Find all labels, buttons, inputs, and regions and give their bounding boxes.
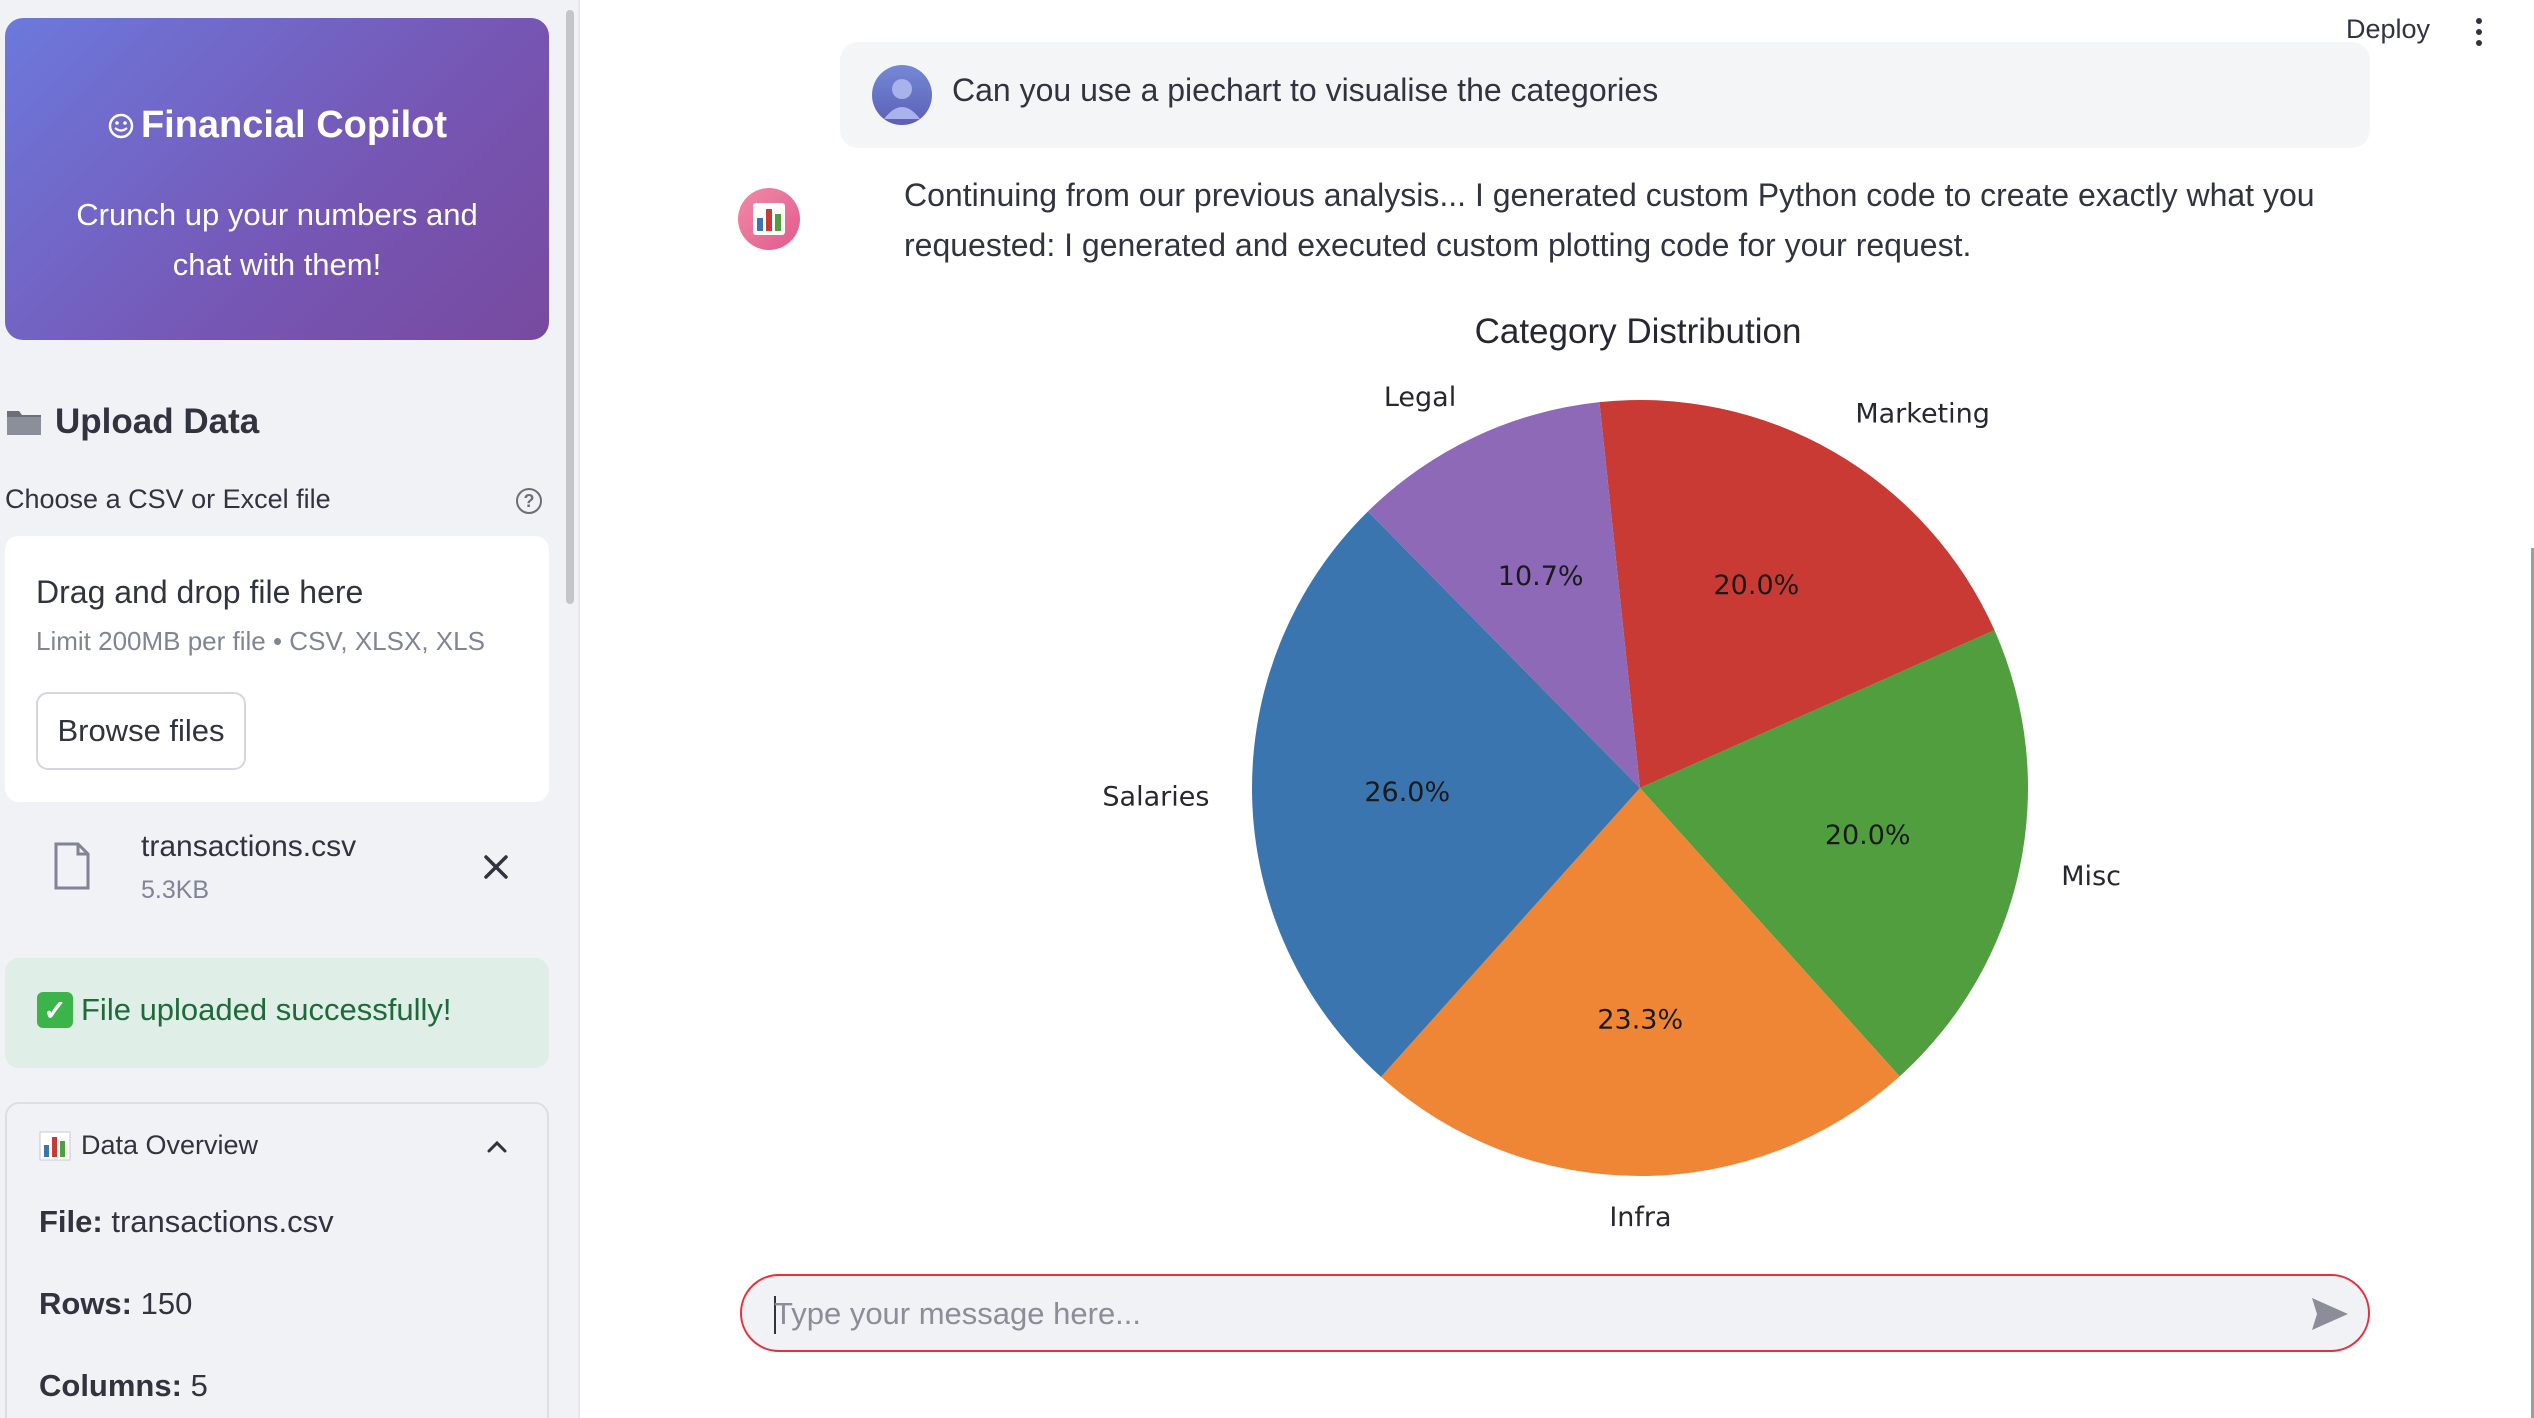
more-menu-icon[interactable] [2472,16,2486,48]
overview-rows-value: 150 [140,1286,193,1321]
pie-category-label: Misc [2061,861,2121,892]
pie-category-label: Legal [1384,382,1456,413]
upload-section-title: Upload Data [5,402,259,442]
help-icon[interactable]: ? [516,488,542,514]
close-icon[interactable] [479,850,513,884]
send-icon[interactable] [2310,1296,2350,1332]
uploaded-file-row: transactions.csv 5.3KB [5,820,549,920]
app-subtitle: Crunch up your numbers and chat with the… [76,197,478,282]
user-message-text: Can you use a piechart to visualise the … [952,72,1659,108]
success-message: ✓ File uploaded successfully! [37,992,451,1028]
smile-icon [108,113,134,138]
uploaded-file-name: transactions.csv [141,830,357,863]
upload-title-text: Upload Data [55,402,260,441]
data-overview-title: Data Overview [81,1130,259,1160]
overview-rows-key: Rows: [39,1286,132,1321]
chat-message-input[interactable] [772,1286,2256,1342]
pie-pct-label: 20.0% [1825,820,1911,851]
data-overview-header[interactable]: Data Overview [39,1130,258,1161]
dropzone-title: Drag and drop file here [36,574,364,610]
uploaded-file-size: 5.3KB [141,876,210,904]
success-text: File uploaded successfully! [81,992,452,1027]
overview-columns-key: Columns: [39,1368,182,1403]
assistant-avatar-icon [738,188,800,250]
pie-pct-label: 10.7% [1498,561,1584,592]
deploy-button[interactable]: Deploy [2346,14,2430,45]
overview-file-key: File: [39,1204,103,1239]
pie-category-label: Infra [1609,1202,1671,1233]
pie-category-label: Marketing [1855,399,1990,430]
chat-input-box[interactable] [740,1274,2370,1352]
sidebar-scrollbar[interactable] [566,10,574,604]
pie-pct-label: 20.0% [1714,570,1800,601]
file-dropzone[interactable]: Drag and drop file here Limit 200MB per … [5,536,549,802]
pie-pct-label: 23.3% [1597,1004,1683,1035]
sidebar: Financial Copilot Crunch up your numbers… [0,0,580,1418]
overview-file: File: transactions.csv [39,1204,334,1240]
folder-icon [7,411,41,435]
dropzone-limit: Limit 200MB per file • CSV, XLSX, XLS [36,626,485,656]
overview-rows: Rows: 150 [39,1286,192,1322]
overview-columns: Columns: 5 [39,1368,208,1404]
user-message-bubble: Can you use a piechart to visualise the … [840,42,2370,148]
pie-category-label: Salaries [1102,781,1209,812]
user-avatar-icon [872,65,932,125]
app-title-text: Financial Copilot [140,104,448,146]
browse-files-button[interactable]: Browse files [36,692,246,770]
data-overview-expander[interactable]: Data Overview File: transactions.csv Row… [5,1102,549,1418]
assistant-message-text: Continuing from our previous analysis...… [904,177,2315,263]
file-icon [54,842,90,890]
app-title: Financial Copilot [5,104,549,147]
check-icon: ✓ [37,992,73,1028]
overview-columns-value: 5 [190,1368,208,1403]
pie-chart: 20.0% Marketing 20.0% Misc 23.3% Infra 26.0% Sa… [1102,382,2121,1233]
pie-pct-label: 26.0% [1364,777,1450,808]
upload-success-alert: ✓ File uploaded successfully! [5,958,549,1068]
chevron-up-icon[interactable] [483,1136,511,1158]
app-header-card: Financial Copilot Crunch up your numbers… [5,18,549,340]
bar-chart-icon [39,1131,71,1160]
chart-title: Category Distribution [1474,312,1802,351]
file-field-label: Choose a CSV or Excel file [5,484,331,514]
overview-file-value: transactions.csv [111,1204,334,1239]
